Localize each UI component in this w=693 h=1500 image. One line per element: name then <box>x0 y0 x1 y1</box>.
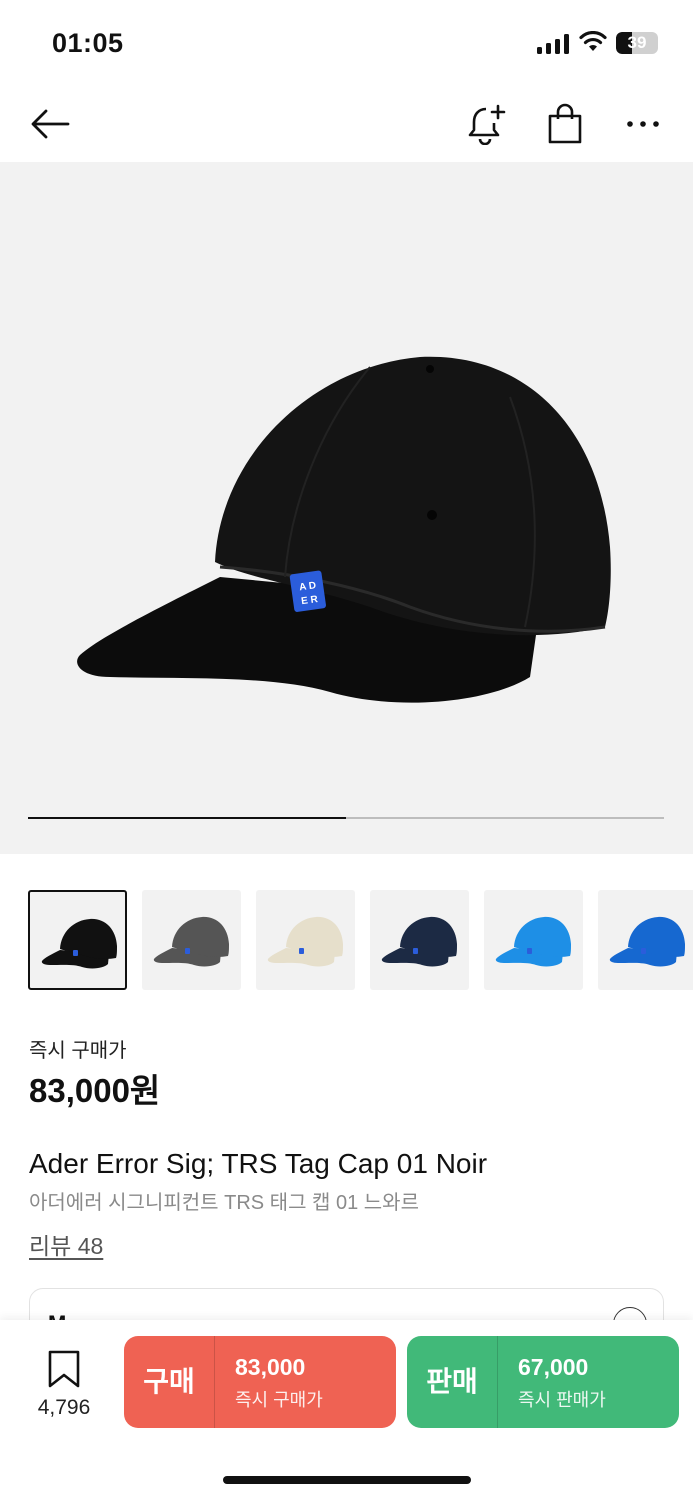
buy-label: 구매 <box>143 1366 195 1397</box>
notification-button[interactable] <box>463 100 511 148</box>
sell-label: 판매 <box>426 1366 478 1397</box>
wifi-icon <box>579 31 607 51</box>
shopping-bag-icon <box>548 103 582 144</box>
thumbnail-sky-blue[interactable] <box>484 890 583 990</box>
product-title-korean: 아더에러 시그니피컨트 TRS 태그 캡 01 느와르 <box>29 1192 419 1214</box>
buy-button[interactable]: 구매 83,000 즉시 구매가 <box>124 1336 396 1428</box>
price-label: 즉시 구매가 <box>29 1040 127 1062</box>
thumbnail-navy[interactable] <box>370 890 469 990</box>
sell-divider <box>497 1336 498 1428</box>
sell-button[interactable]: 판매 67,000 즉시 판매가 <box>407 1336 679 1428</box>
status-time: 01:05 <box>52 28 124 58</box>
product-image-gallery[interactable]: A D E R <box>0 162 693 854</box>
back-button[interactable] <box>26 100 74 148</box>
product-cap-image: A D E R <box>77 356 611 703</box>
thumbnail-black[interactable] <box>28 890 127 990</box>
battery-icon: 39 <box>616 32 658 54</box>
more-icon <box>627 121 659 127</box>
buy-sub-label: 즉시 구매가 <box>235 1390 323 1410</box>
battery-level: 39 <box>627 33 647 52</box>
more-button[interactable] <box>619 100 667 148</box>
wishlist-button[interactable]: 4,796 <box>26 1350 102 1420</box>
price: 83,000원 <box>29 1072 161 1109</box>
home-indicator <box>223 1476 471 1484</box>
buy-divider <box>214 1336 215 1428</box>
color-thumbnails <box>28 890 693 990</box>
sell-price: 67,000 <box>518 1354 589 1380</box>
bookmark-icon <box>48 1350 80 1388</box>
review-link[interactable]: 리뷰 48 <box>29 1227 103 1261</box>
cap-thumbnail-icon <box>381 916 457 967</box>
cap-thumbnail-icon <box>495 916 571 967</box>
sell-sub-label: 즉시 판매가 <box>518 1390 606 1410</box>
back-arrow-icon <box>31 109 70 139</box>
cap-thumbnail-icon <box>267 916 343 967</box>
gallery-progress <box>28 817 664 819</box>
status-bar: 01:05 39 <box>0 0 693 86</box>
cap-thumbnail-icon <box>609 916 685 967</box>
buy-price: 83,000 <box>235 1354 306 1380</box>
wishlist-count: 4,796 <box>37 1396 91 1419</box>
top-nav <box>0 86 693 162</box>
cap-thumbnail-icon <box>153 916 229 967</box>
cart-button[interactable] <box>541 100 589 148</box>
thumbnail-charcoal[interactable] <box>142 890 241 990</box>
thumbnail-beige[interactable] <box>256 890 355 990</box>
svg-text:A D: A D <box>299 580 317 593</box>
cap-thumbnail-icon <box>41 918 117 969</box>
product-title: Ader Error Sig; TRS Tag Cap 01 Noir <box>29 1148 488 1179</box>
gallery-progress-fill <box>28 817 346 819</box>
thumbnail-blue[interactable] <box>598 890 693 990</box>
bottom-action-bar: 4,796 구매 83,000 즉시 구매가 판매 67,000 즉시 판매가 <box>0 1320 693 1500</box>
ader-tag-logo: A D E R <box>289 570 326 612</box>
bell-plus-icon <box>468 104 506 145</box>
signal-icon <box>537 34 569 54</box>
